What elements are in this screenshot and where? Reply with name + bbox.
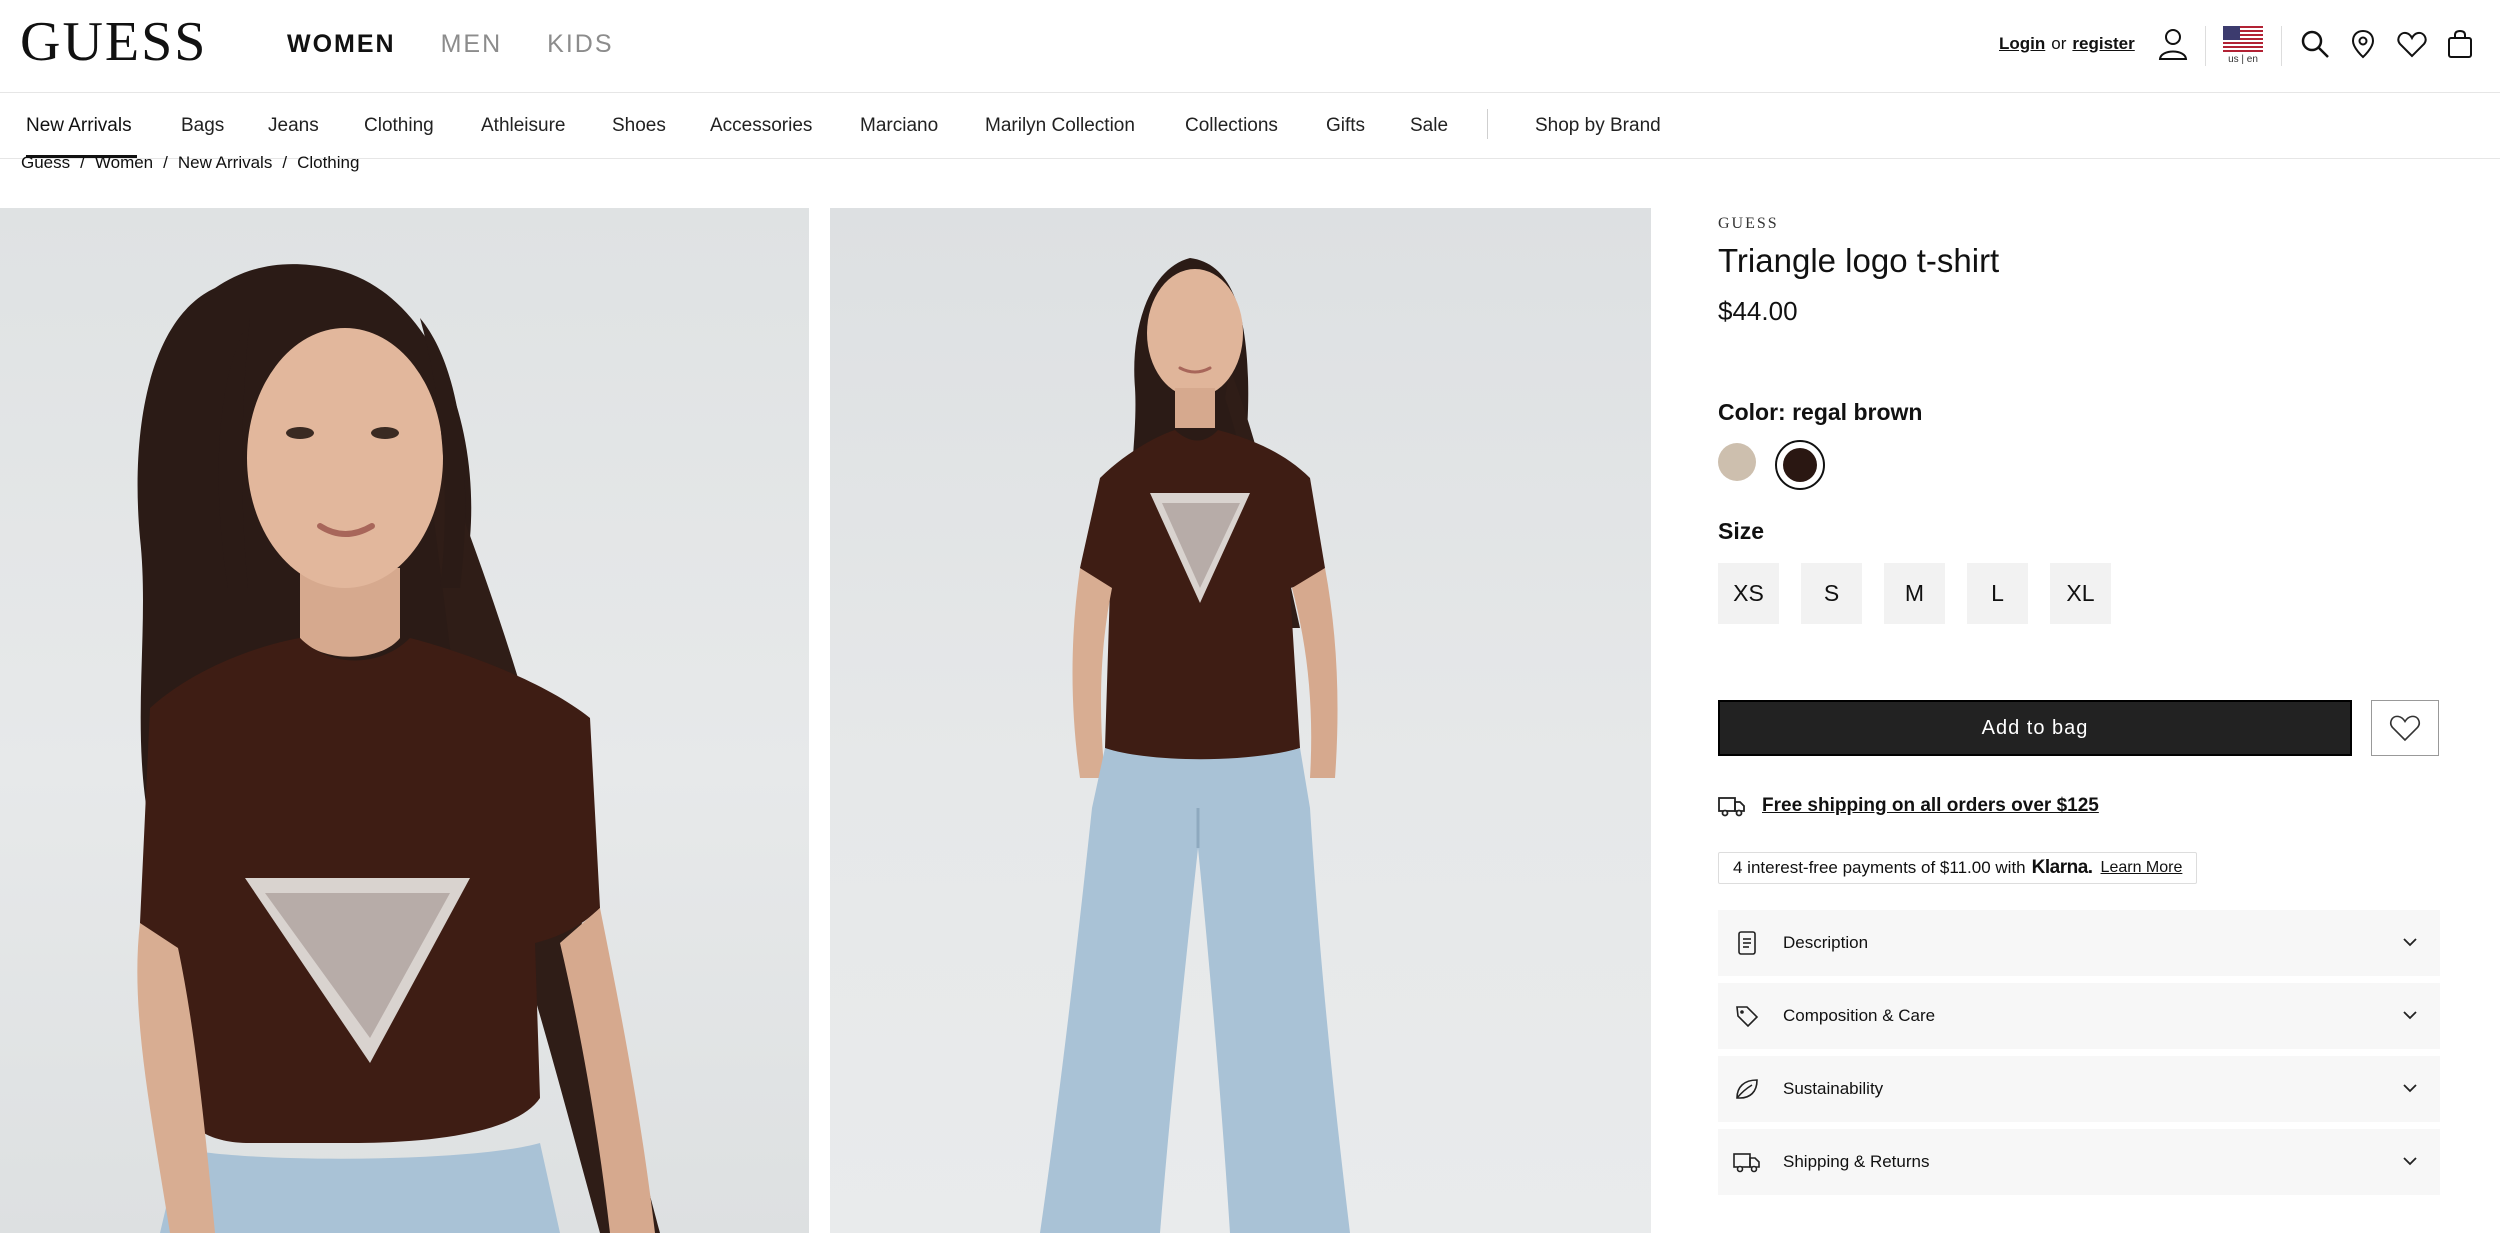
breadcrumb-separator: / (282, 153, 288, 172)
tab-men[interactable]: MEN (441, 30, 503, 59)
nav-clothing[interactable]: Clothing (364, 115, 434, 137)
accordion-shipping-returns[interactable]: Shipping & Returns (1718, 1129, 2440, 1195)
size-m-button[interactable]: M (1884, 563, 1945, 624)
nav-marilyn-collection[interactable]: Marilyn Collection (985, 115, 1135, 137)
nav-accessories[interactable]: Accessories (710, 115, 812, 137)
nav-athleisure[interactable]: Athleisure (481, 115, 566, 137)
color-label: Color: regal brown (1718, 399, 1923, 425)
leaf-icon (1732, 1074, 1762, 1104)
breadcrumb-separator: / (163, 153, 168, 172)
chevron-down-icon (2403, 1011, 2417, 1020)
accordion-label: Shipping & Returns (1783, 1152, 1930, 1171)
nav-new-arrivals[interactable]: New Arrivals (26, 115, 132, 137)
breadcrumb-new-arrivals[interactable]: New Arrivals (178, 153, 272, 172)
nav-shop-by-brand[interactable]: Shop by Brand (1535, 115, 1661, 137)
account-icon[interactable] (2155, 26, 2191, 62)
accordion-description[interactable]: Description (1718, 910, 2440, 976)
klarna-message: 4 interest-free payments of $11.00 with … (1718, 852, 2198, 884)
model-photo-fullbody (1040, 258, 1350, 1233)
chevron-down-icon (2403, 1157, 2417, 1166)
color-swatch-beige[interactable] (1718, 443, 1756, 481)
nav-gifts[interactable]: Gifts (1326, 115, 1365, 137)
login-register: Login or register (1999, 34, 2135, 54)
locale-selector[interactable]: us | en (2223, 26, 2263, 70)
nav-divider (1487, 109, 1488, 139)
chevron-down-icon (2403, 938, 2417, 947)
guess-logo[interactable]: GUESS (20, 14, 207, 70)
product-price: $44.00 (1718, 296, 1798, 326)
klarna-logo: Klarna. (2031, 857, 2093, 878)
bag-icon[interactable] (2442, 26, 2478, 62)
category-nav: New Arrivals Bags Jeans Clothing Athleis… (0, 93, 2500, 159)
login-link[interactable]: Login (1999, 34, 2045, 53)
or-text: or (2051, 34, 2067, 53)
search-icon[interactable] (2297, 26, 2333, 62)
tab-kids[interactable]: KIDS (547, 30, 613, 59)
klarna-text: 4 interest-free payments of $11.00 with (1733, 858, 2026, 877)
accordion-label: Composition & Care (1783, 1006, 1936, 1025)
truck-icon (1732, 1147, 1762, 1177)
shipping-promo: Free shipping on all orders over $125 (1718, 791, 2099, 821)
breadcrumb: Guess / Women / New Arrivals / Clothing (21, 153, 359, 173)
breadcrumb-separator: / (80, 153, 85, 172)
color-swatch-regal-brown[interactable] (1783, 448, 1817, 482)
breadcrumb-women[interactable]: Women (95, 153, 153, 172)
accordion-label: Sustainability (1783, 1079, 1884, 1098)
product-image-front[interactable] (0, 208, 809, 1233)
size-label: Size (1718, 518, 1765, 544)
breadcrumb-guess[interactable]: Guess (21, 153, 70, 172)
header-divider (2205, 26, 2206, 66)
wishlist-icon[interactable] (2394, 26, 2430, 62)
tag-icon (1732, 1001, 1762, 1031)
size-s-button[interactable]: S (1801, 563, 1862, 624)
breadcrumb-clothing[interactable]: Clothing (297, 153, 359, 172)
nav-bags[interactable]: Bags (181, 115, 224, 137)
chevron-down-icon (2403, 1084, 2417, 1093)
accordion-label: Description (1783, 933, 1869, 952)
heart-icon (2390, 715, 2420, 742)
accordion-composition-care[interactable]: Composition & Care (1718, 983, 2440, 1049)
product-title: Triangle logo t-shirt (1718, 242, 2000, 279)
document-icon (1732, 928, 1762, 958)
nav-shoes[interactable]: Shoes (612, 115, 666, 137)
size-xl-button[interactable]: XL (2050, 563, 2111, 624)
size-selector: XS S M L XL (1718, 563, 2111, 624)
nav-collections[interactable]: Collections (1185, 115, 1278, 137)
product-image-full[interactable] (830, 208, 1651, 1233)
free-shipping-link[interactable]: Free shipping on all orders over $125 (1762, 795, 2099, 817)
nav-sale[interactable]: Sale (1410, 115, 1448, 137)
model-photo-closeup (137, 264, 660, 1233)
size-l-button[interactable]: L (1967, 563, 2028, 624)
nav-marciano[interactable]: Marciano (860, 115, 938, 137)
gender-nav: WOMEN MEN KIDS (287, 30, 614, 59)
add-to-wishlist-button[interactable] (2371, 700, 2439, 756)
truck-icon (1718, 797, 1745, 817)
register-link[interactable]: register (2072, 34, 2134, 53)
klarna-learn-more-link[interactable]: Learn More (2101, 859, 2183, 877)
size-xs-button[interactable]: XS (1718, 563, 1779, 624)
add-to-bag-button[interactable]: Add to bag (1718, 700, 2352, 756)
store-locator-icon[interactable] (2345, 26, 2381, 62)
locale-label: us | en (2228, 54, 2258, 65)
us-flag-icon (2223, 26, 2263, 52)
nav-jeans[interactable]: Jeans (268, 115, 319, 137)
accordion-sustainability[interactable]: Sustainability (1718, 1056, 2440, 1122)
product-brand: GUESS (1718, 215, 1779, 232)
top-header: GUESS WOMEN MEN KIDS Login or register us … (0, 0, 2500, 93)
tab-women[interactable]: WOMEN (287, 30, 396, 59)
header-divider (2281, 26, 2282, 66)
